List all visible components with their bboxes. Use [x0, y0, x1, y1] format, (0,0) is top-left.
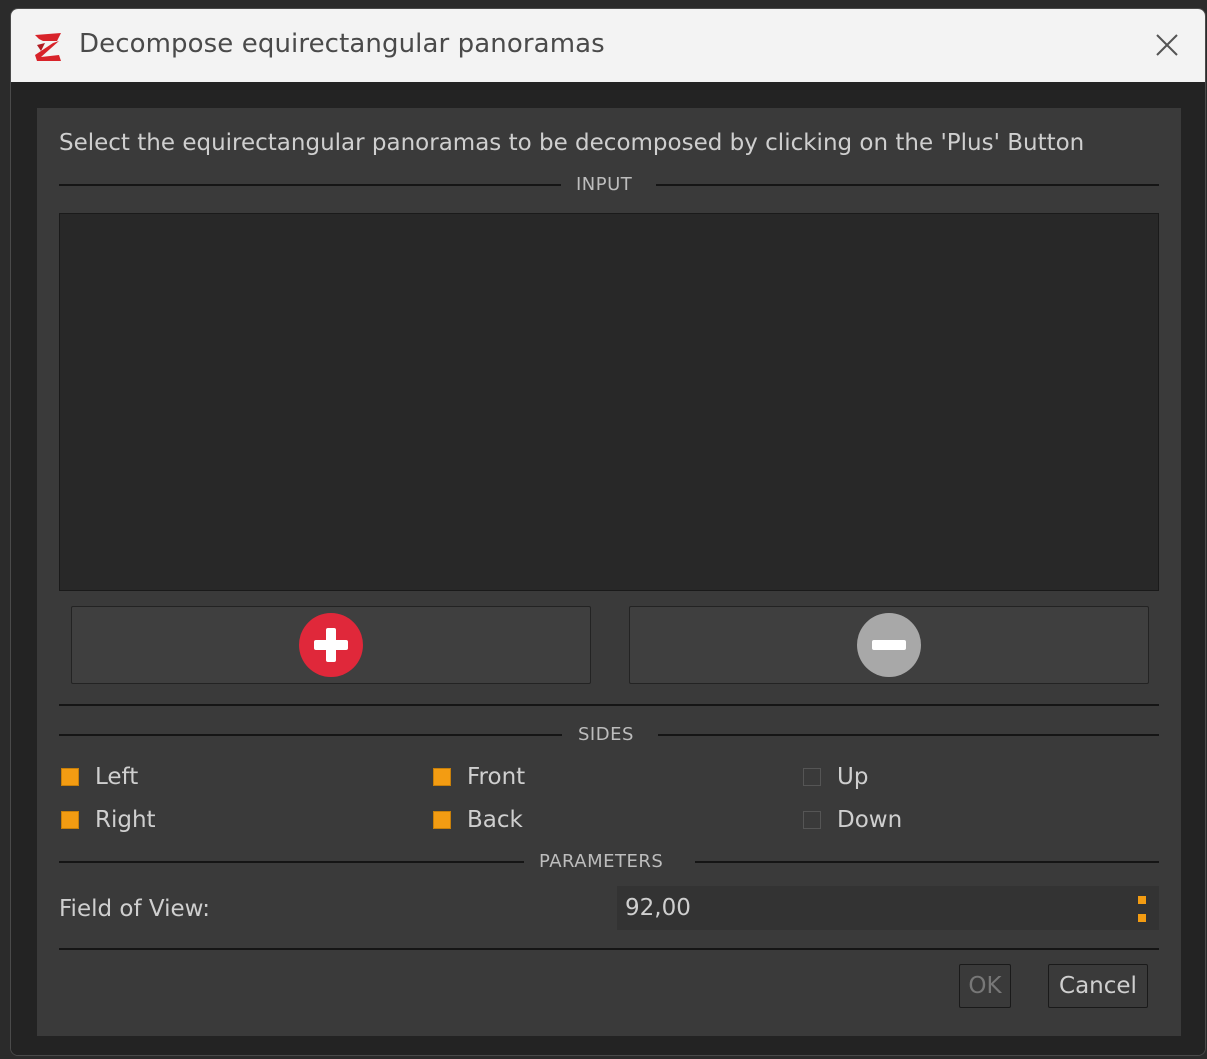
- checkbox-checked-indicator: [433, 768, 451, 786]
- checkbox-unchecked-indicator: [803, 811, 821, 829]
- cancel-button[interactable]: Cancel: [1048, 964, 1148, 1008]
- side-front-label: Front: [467, 764, 526, 790]
- input-section-label: INPUT: [576, 174, 633, 195]
- separator-line: [59, 948, 1159, 950]
- checkbox-checked-indicator: [61, 768, 79, 786]
- side-down-checkbox[interactable]: Down: [803, 807, 902, 833]
- side-right-checkbox[interactable]: Right: [61, 807, 156, 833]
- checkbox-unchecked-indicator: [803, 768, 821, 786]
- input-section-divider: INPUT: [59, 174, 1159, 195]
- side-front-checkbox[interactable]: Front: [433, 764, 525, 790]
- spinner-arrows-icon[interactable]: [1137, 894, 1147, 924]
- separator-line: [59, 704, 1159, 706]
- side-up-checkbox[interactable]: Up: [803, 764, 868, 790]
- close-icon[interactable]: [1149, 27, 1185, 63]
- app-logo-icon: [31, 29, 67, 65]
- panorama-input-list[interactable]: [59, 213, 1159, 591]
- checkbox-checked-indicator: [61, 811, 79, 829]
- side-left-label: Left: [95, 764, 139, 790]
- instruction-text: Select the equirectangular panoramas to …: [59, 130, 1085, 156]
- plus-circle-icon: [299, 613, 363, 677]
- field-of-view-input[interactable]: 92,00: [617, 886, 1159, 930]
- sides-section-label: SIDES: [578, 724, 634, 745]
- parameters-section-divider: PARAMETERS: [59, 851, 1159, 872]
- window-title: Decompose equirectangular panoramas: [79, 29, 605, 59]
- field-of-view-label: Field of View:: [59, 896, 210, 922]
- parameters-section-label: PARAMETERS: [539, 851, 664, 872]
- dialog-body: Select the equirectangular panoramas to …: [11, 82, 1205, 1055]
- side-left-checkbox[interactable]: Left: [61, 764, 138, 790]
- minus-circle-icon: [857, 613, 921, 677]
- dialog-window: Decompose equirectangular panoramas Sele…: [10, 8, 1206, 1056]
- sides-section-divider: SIDES: [59, 724, 1159, 745]
- side-back-checkbox[interactable]: Back: [433, 807, 523, 833]
- field-of-view-value: 92,00: [625, 895, 691, 921]
- side-down-label: Down: [837, 807, 903, 833]
- add-panorama-button[interactable]: [71, 606, 591, 684]
- checkbox-checked-indicator: [433, 811, 451, 829]
- side-back-label: Back: [467, 807, 523, 833]
- side-right-label: Right: [95, 807, 156, 833]
- main-panel: Select the equirectangular panoramas to …: [37, 108, 1181, 1036]
- remove-panorama-button[interactable]: [629, 606, 1149, 684]
- title-bar: Decompose equirectangular panoramas: [11, 9, 1205, 82]
- side-up-label: Up: [837, 764, 869, 790]
- ok-button[interactable]: OK: [959, 964, 1011, 1008]
